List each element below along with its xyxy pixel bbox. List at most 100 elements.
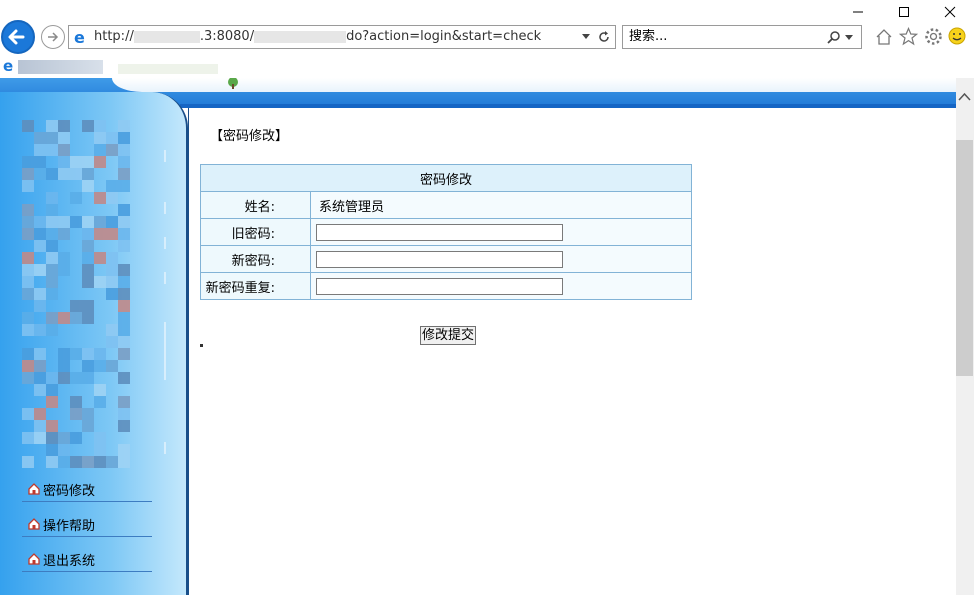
mosaic-tile: [118, 408, 130, 420]
mosaic-tile: [94, 348, 106, 360]
mosaic-tile: [106, 456, 118, 468]
mosaic-tile: [22, 288, 34, 300]
home-icon[interactable]: [875, 28, 893, 46]
mosaic-tile: [118, 288, 130, 300]
mosaic-tile: [118, 120, 130, 132]
tab-title-blurred[interactable]: [18, 60, 103, 74]
mosaic-tile: [118, 180, 130, 192]
mosaic-tile: [34, 384, 46, 396]
mosaic-tile: [118, 276, 130, 288]
mosaic-tile: [70, 456, 82, 468]
home-icon: [28, 518, 40, 530]
minimize-icon[interactable]: [852, 6, 864, 18]
search-input[interactable]: [629, 29, 819, 44]
mosaic-tile: [22, 216, 34, 228]
search-box[interactable]: [622, 25, 862, 49]
mosaic-tile: [82, 168, 94, 180]
gear-icon[interactable]: [924, 27, 943, 46]
favorites-star-icon[interactable]: [899, 27, 918, 46]
mosaic-tile: [118, 228, 130, 240]
mosaic-tile: [118, 132, 130, 144]
new-password-label: 新密码:: [200, 245, 311, 273]
mosaic-tile: [34, 228, 46, 240]
mosaic-tile: [58, 168, 70, 180]
mosaic-tile: [34, 348, 46, 360]
mosaic-tile: [106, 228, 118, 240]
mosaic-tile: [46, 132, 58, 144]
smiley-feedback-icon[interactable]: [948, 27, 966, 45]
mosaic-tile: [22, 276, 34, 288]
svg-text:e: e: [3, 58, 13, 74]
back-button[interactable]: [1, 20, 35, 54]
mosaic-tile: [94, 456, 106, 468]
mosaic-tile: [34, 408, 46, 420]
mosaic-tile: [22, 120, 34, 132]
mosaic-tile: [34, 300, 46, 312]
mosaic-tile: [22, 156, 34, 168]
sidebar-item-logout[interactable]: 退出系统: [28, 547, 156, 571]
submit-button[interactable]: 修改提交: [420, 326, 477, 345]
forward-button[interactable]: [41, 25, 65, 49]
mosaic-tile: [94, 432, 106, 444]
mosaic-tile: [94, 120, 106, 132]
mosaic-tile: [34, 324, 46, 336]
name-value: 系统管理员: [310, 191, 692, 219]
arrow-left-icon: [8, 29, 25, 45]
scrollbar-thumb[interactable]: [956, 140, 973, 376]
browser-toolbar: e http://.3:8080/do?action=login&start=c…: [0, 0, 974, 78]
dropdown-icon[interactable]: [845, 35, 853, 41]
mosaic-tile: [70, 156, 82, 168]
password-change-form: 密码修改 姓名: 系统管理员 旧密码: 新密码: 新密码重复:: [200, 164, 692, 300]
address-bar[interactable]: e http://.3:8080/do?action=login&start=c…: [68, 25, 616, 49]
old-password-input[interactable]: [316, 223, 563, 241]
mosaic-tile: [70, 408, 82, 420]
mosaic-tile: [106, 336, 118, 348]
scroll-up-icon[interactable]: [958, 92, 971, 102]
mosaic-tile: [118, 336, 130, 348]
mosaic-tile: [34, 216, 46, 228]
new-password-input[interactable]: [316, 250, 563, 268]
mosaic-tile: [46, 432, 58, 444]
ie-tab-icon[interactable]: e: [2, 58, 18, 74]
mosaic-tile: [22, 168, 34, 180]
mosaic-tile: [22, 408, 34, 420]
sidebar-item-change-password[interactable]: 密码修改: [28, 477, 156, 501]
mosaic-tile: [58, 120, 70, 132]
mosaic-tile: [82, 180, 94, 192]
sidebar-divider: [22, 571, 152, 572]
mosaic-tile: [118, 348, 130, 360]
mosaic-tile: [82, 252, 94, 264]
tab-blurred[interactable]: [118, 64, 218, 74]
mosaic-tile: [106, 276, 118, 288]
confirm-password-input[interactable]: [316, 277, 563, 295]
mosaic-tile: [106, 324, 118, 336]
refresh-icon[interactable]: [597, 30, 611, 44]
mosaic-tile: [22, 252, 34, 264]
mosaic-tile: [106, 144, 118, 156]
form-header: 密码修改: [200, 164, 692, 192]
mosaic-tile: [58, 456, 70, 468]
mosaic-tile: [82, 228, 94, 240]
mosaic-tile: [70, 348, 82, 360]
mosaic-tile: [82, 264, 94, 276]
mosaic-tile: [22, 360, 34, 372]
mosaic-tile: [34, 432, 46, 444]
mosaic-tile: [106, 252, 118, 264]
search-icon[interactable]: [827, 30, 841, 44]
mosaic-tile: [58, 228, 70, 240]
mosaic-tile: [106, 216, 118, 228]
maximize-icon[interactable]: [898, 6, 910, 18]
mosaic-tile: [82, 216, 94, 228]
close-icon[interactable]: [944, 6, 956, 18]
mosaic-tile: [118, 324, 130, 336]
svg-text:e: e: [74, 29, 85, 45]
sidebar-item-help[interactable]: 操作帮助: [28, 512, 156, 536]
mosaic-tile: [118, 300, 130, 312]
mosaic-tile: [46, 456, 58, 468]
mosaic-tile: [94, 228, 106, 240]
mosaic-tile: [82, 360, 94, 372]
dropdown-icon[interactable]: [581, 33, 591, 41]
confirm-password-label: 新密码重复:: [200, 272, 311, 300]
mosaic-tile: [22, 204, 34, 216]
mosaic-tile: [70, 432, 82, 444]
